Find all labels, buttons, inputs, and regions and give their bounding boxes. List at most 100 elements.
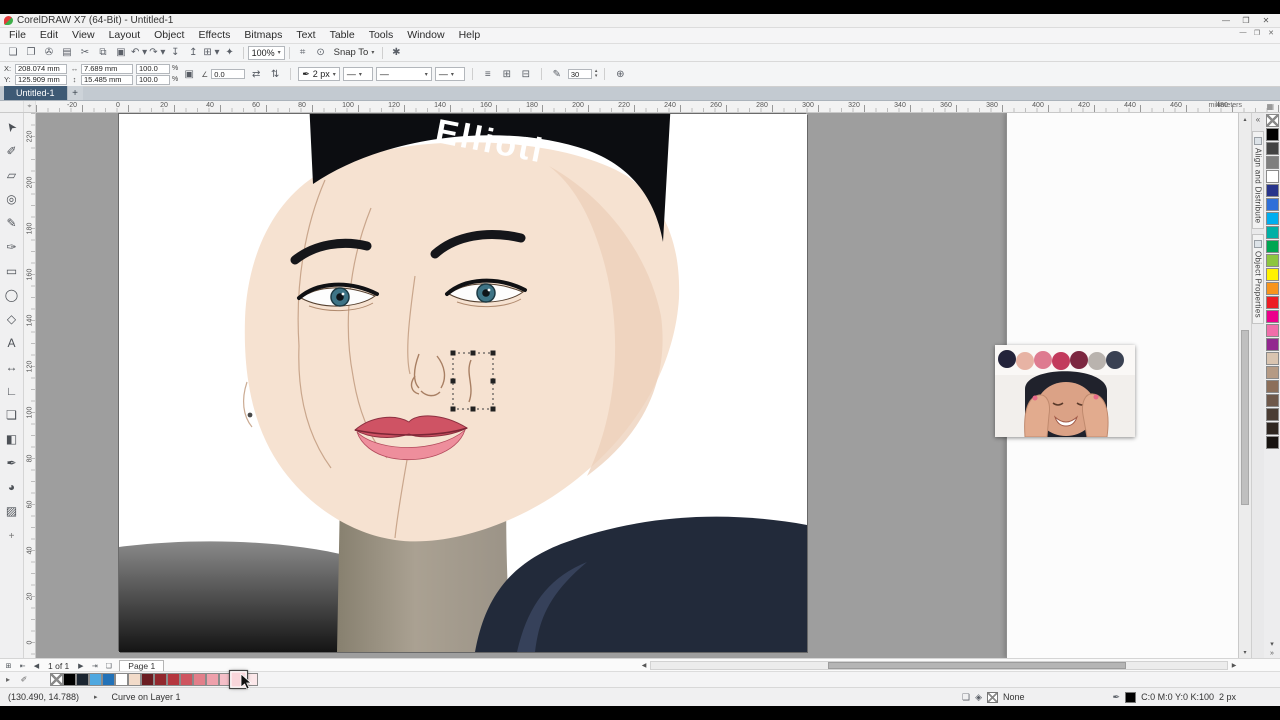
palette-eyedropper-icon[interactable]: ✐ [16, 675, 32, 684]
color-swatch[interactable] [1265, 114, 1279, 127]
maximize-button[interactable]: ❐ [1236, 14, 1256, 27]
first-page-button[interactable]: ⇤ [16, 660, 29, 672]
color-swatch[interactable] [1265, 240, 1279, 253]
to-back-icon[interactable]: ⊟ [518, 65, 534, 83]
color-swatch[interactable] [1265, 296, 1279, 309]
application-launcher-icon[interactable]: ⊞ ▾ [202, 45, 220, 61]
to-front-icon[interactable]: ⊞ [499, 65, 515, 83]
scroll-up-icon[interactable]: ▴ [1239, 113, 1251, 125]
menu-item[interactable]: Table [323, 28, 362, 43]
color-swatch[interactable] [50, 673, 63, 686]
scroll-right-icon[interactable]: ▶ [1228, 660, 1240, 671]
palette-scroll-down-icon[interactable]: ▾ [1270, 640, 1274, 649]
undo-icon[interactable]: ↶ ▾ [130, 45, 148, 61]
outline-pen-icon[interactable]: ✒ [1113, 692, 1121, 703]
color-swatch[interactable] [141, 673, 154, 686]
outline-width-combo[interactable]: ✒ 2 px ▾ [298, 67, 340, 81]
welcome-screen-icon[interactable]: ✦ [221, 45, 239, 61]
color-swatch[interactable] [1265, 380, 1279, 393]
ruler-origin-button[interactable]: ⌖ [24, 101, 36, 112]
color-swatch[interactable] [128, 673, 141, 686]
menu-item[interactable]: Object [147, 28, 191, 43]
color-swatch[interactable] [1265, 254, 1279, 267]
color-swatch[interactable] [1265, 422, 1279, 435]
scroll-left-icon[interactable]: ◀ [638, 660, 650, 671]
options-icon[interactable]: ✱ [387, 45, 405, 61]
color-swatch[interactable] [1265, 352, 1279, 365]
smoothing-input[interactable]: 30 [567, 69, 592, 79]
color-swatch[interactable] [154, 673, 167, 686]
mirror-vertical-button[interactable]: ⇅ [267, 65, 283, 83]
smoothing-stepper[interactable]: ▴ ▾ [595, 69, 598, 79]
color-swatch[interactable] [1265, 142, 1279, 155]
open-icon[interactable]: ❐ [22, 45, 40, 61]
menu-item[interactable]: Bitmaps [237, 28, 289, 43]
new-document-icon[interactable]: ❏ [4, 45, 22, 61]
cut-icon[interactable]: ✂ [76, 45, 94, 61]
color-swatch[interactable] [1265, 394, 1279, 407]
vertical-ruler[interactable]: 220 200 180 160 140 120 100 80 60 40 20 0 [24, 113, 36, 658]
rotation-angle-input[interactable]: 0.0 [211, 69, 246, 79]
menu-item[interactable]: Edit [33, 28, 65, 43]
color-swatch[interactable] [206, 673, 219, 686]
color-swatch[interactable] [1265, 226, 1279, 239]
import-icon[interactable]: ↧ [166, 45, 184, 61]
color-swatch[interactable] [193, 673, 206, 686]
menu-item[interactable]: Effects [191, 28, 237, 43]
color-swatch[interactable] [1265, 184, 1279, 197]
minimize-button[interactable]: — [1216, 14, 1236, 27]
color-swatch[interactable] [1265, 282, 1279, 295]
snap-to-objects-icon[interactable]: ⊙ [312, 45, 330, 61]
color-swatch[interactable] [1265, 366, 1279, 379]
color-swatch[interactable] [167, 673, 180, 686]
color-swatch[interactable] [115, 673, 128, 686]
color-swatch[interactable] [1265, 338, 1279, 351]
menu-item[interactable]: Text [289, 28, 322, 43]
print-icon[interactable]: ▤ [58, 45, 76, 61]
document-page[interactable]: Ellioti [118, 113, 807, 652]
save-icon[interactable]: ✇ [40, 45, 58, 61]
color-swatch[interactable] [1265, 198, 1279, 211]
add-node-icon[interactable]: ⊕ [612, 65, 628, 83]
color-swatch[interactable] [63, 673, 76, 686]
color-proof-icon[interactable]: ◈ [975, 692, 982, 703]
color-swatch[interactable] [180, 673, 193, 686]
color-swatch[interactable] [89, 673, 102, 686]
line-style-combo[interactable]: — ▾ [375, 67, 432, 81]
color-swatch[interactable] [1265, 212, 1279, 225]
menu-item[interactable]: File [2, 28, 33, 43]
start-arrowhead-combo[interactable]: — ▾ [342, 67, 373, 81]
add-page-button[interactable]: ⊞ [2, 660, 15, 672]
docker-tab[interactable]: Object Properties [1252, 234, 1264, 325]
color-swatch[interactable] [1265, 408, 1279, 421]
fill-color-swatch[interactable] [987, 691, 999, 703]
palette-flyout-icon[interactable]: ▸ [0, 675, 16, 684]
paste-icon[interactable]: ▣ [112, 45, 130, 61]
zoom-level-combo[interactable]: 100% ▾ [247, 45, 285, 60]
doc-close-button[interactable]: ✕ [1264, 29, 1278, 37]
color-swatch[interactable] [76, 673, 89, 686]
color-swatch[interactable] [1265, 268, 1279, 281]
horizontal-scroll-thumb[interactable] [828, 662, 1126, 669]
export-icon[interactable]: ↥ [184, 45, 202, 61]
customize-toolbox-button[interactable]: + [9, 531, 15, 542]
lock-ratio-icon[interactable]: ▣ [181, 65, 197, 83]
outline-color-swatch[interactable] [1125, 691, 1137, 703]
scale-y-input[interactable]: 100.0 [136, 74, 170, 85]
vertical-scroll-thumb[interactable] [1241, 330, 1249, 505]
width-input[interactable]: 7.689 mm [81, 63, 133, 74]
redo-icon[interactable]: ↷ ▾ [148, 45, 166, 61]
document-info-icon[interactable]: ❏ [962, 692, 970, 703]
color-swatch[interactable] [1265, 324, 1279, 337]
menu-item[interactable]: Window [400, 28, 451, 43]
mirror-horizontal-button[interactable]: ⇄ [248, 65, 264, 83]
close-button[interactable]: ✕ [1256, 14, 1276, 27]
drawing-canvas[interactable]: Ellioti [36, 113, 1238, 658]
doc-restore-button[interactable]: ❐ [1250, 29, 1264, 37]
menu-item[interactable]: View [65, 28, 102, 43]
doc-minimize-button[interactable]: — [1236, 29, 1250, 37]
end-arrowhead-combo[interactable]: — ▾ [434, 67, 465, 81]
status-expand-icon[interactable]: ▸ [94, 693, 98, 701]
docker-collapse-button[interactable]: « [1256, 113, 1260, 126]
next-page-button[interactable]: ▶ [74, 660, 87, 672]
